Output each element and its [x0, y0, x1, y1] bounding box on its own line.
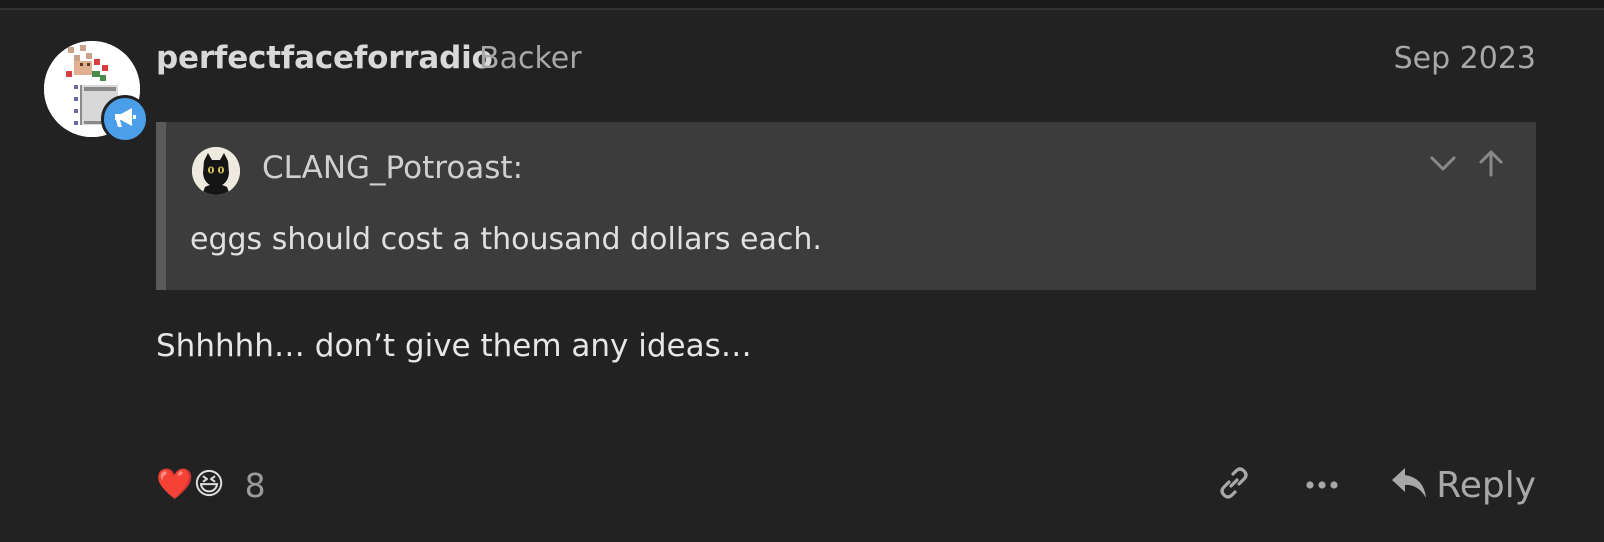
post-date[interactable]: Sep 2023 — [1394, 41, 1536, 76]
post-body-text: Shhhhh… don’t give them any ideas… — [156, 328, 752, 364]
arrow-up-icon[interactable] — [1476, 148, 1506, 178]
link-icon — [1215, 464, 1253, 506]
post-actions: Reply — [1214, 462, 1536, 508]
chevron-down-icon[interactable] — [1428, 148, 1458, 178]
quote-controls — [1428, 148, 1506, 178]
user-title: Backer — [479, 41, 582, 76]
ellipsis-icon — [1304, 476, 1340, 495]
reply-arrow-icon — [1390, 466, 1428, 504]
top-divider — [0, 0, 1604, 10]
reply-button[interactable]: Reply — [1390, 462, 1536, 508]
user-avatar-container[interactable] — [44, 41, 149, 143]
post-header: perfectfaceforradio Backer Sep 2023 — [156, 38, 1536, 82]
reactions-bar[interactable]: ❤️ 😆 8 — [156, 464, 266, 506]
quote-author-name[interactable]: CLANG_Potroast: — [262, 150, 523, 186]
quote-text: eggs should cost a thousand dollars each… — [190, 222, 822, 257]
black-cat-avatar-image — [192, 147, 240, 195]
more-options-button[interactable] — [1302, 465, 1342, 505]
reply-label: Reply — [1436, 464, 1536, 506]
heart-reaction-icon[interactable]: ❤️ — [156, 466, 193, 504]
laughing-reaction-icon[interactable]: 😆 — [193, 466, 224, 504]
user-flair-badge — [101, 95, 149, 143]
copy-link-button[interactable] — [1214, 465, 1254, 505]
username-link[interactable]: perfectfaceforradio — [156, 40, 493, 76]
quote-block: CLANG_Potroast: eggs should cost a thous… — [156, 122, 1536, 290]
quote-author-avatar[interactable] — [192, 147, 240, 195]
reaction-count[interactable]: 8 — [245, 466, 266, 505]
megaphone-icon — [112, 105, 138, 133]
